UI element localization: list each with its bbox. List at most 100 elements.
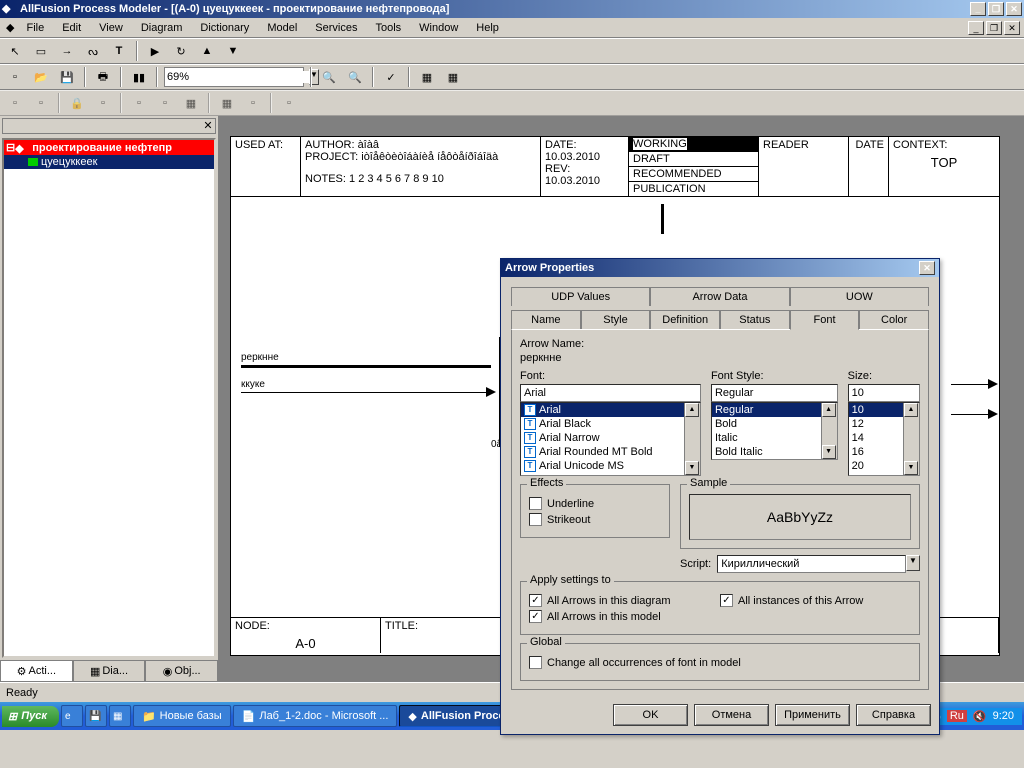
tab-objects[interactable]: ◉Obj... xyxy=(145,661,218,682)
font-item-arial-black[interactable]: TArial Black xyxy=(521,417,700,431)
start-button[interactable]: ⊞ Пуск xyxy=(2,706,59,727)
style-regular[interactable]: Regular xyxy=(712,403,837,417)
zoom-combo[interactable]: ▼ xyxy=(164,67,304,87)
scroll-up[interactable]: ▲ xyxy=(685,403,699,417)
font-style-input[interactable] xyxy=(711,384,838,402)
tree-child[interactable]: цуецуккеек xyxy=(4,155,214,169)
quick-desktop[interactable]: 💾 xyxy=(85,705,107,727)
tab-font[interactable]: Font xyxy=(790,310,860,330)
menu-services[interactable]: Services xyxy=(307,20,365,36)
save-button[interactable]: 💾 xyxy=(56,66,78,88)
minimize-button[interactable]: _ xyxy=(970,2,986,16)
x10[interactable]: ▫ xyxy=(278,92,300,114)
maximize-button[interactable]: ❐ xyxy=(988,2,1004,16)
scroll-down[interactable]: ▼ xyxy=(685,461,699,475)
menu-tools[interactable]: Tools xyxy=(367,20,409,36)
menu-help[interactable]: Help xyxy=(468,20,507,36)
menu-model[interactable]: Model xyxy=(259,20,305,36)
arrow-tool[interactable]: → xyxy=(56,40,78,62)
x9[interactable]: ▫ xyxy=(242,92,264,114)
panel-close-icon[interactable]: ✕ xyxy=(201,119,215,131)
tab-activities[interactable]: ⚙Acti... xyxy=(0,661,73,682)
down-tool[interactable]: ▼ xyxy=(222,40,244,62)
tab-status[interactable]: Status xyxy=(720,310,790,329)
ok-button[interactable]: OK xyxy=(613,704,688,726)
change-all-checkbox[interactable] xyxy=(529,656,542,669)
close-button[interactable]: ✕ xyxy=(1006,2,1022,16)
font-input[interactable] xyxy=(520,384,701,402)
text-tool[interactable]: T xyxy=(108,40,130,62)
cancel-button[interactable]: Отмена xyxy=(694,704,769,726)
underline-checkbox[interactable] xyxy=(529,497,542,510)
zoom-in-button[interactable]: 🔍 xyxy=(318,66,340,88)
menu-diagram[interactable]: Diagram xyxy=(133,20,191,36)
tree-panel[interactable]: ⊟ ◆ проектирование нефтепр цуецуккеек xyxy=(2,138,216,658)
menu-edit[interactable]: Edit xyxy=(54,20,89,36)
arrow-line-2[interactable] xyxy=(241,392,489,393)
tree-collapse-icon[interactable]: ⊟ xyxy=(6,141,15,154)
mdi-maximize-button[interactable]: ❐ xyxy=(986,21,1002,35)
x6[interactable]: ▫ xyxy=(154,92,176,114)
font-item-arial-unicode[interactable]: TArial Unicode MS xyxy=(521,459,700,473)
refresh-tool[interactable]: ↻ xyxy=(170,40,192,62)
style-italic[interactable]: Italic xyxy=(712,431,837,445)
tab-color[interactable]: Color xyxy=(859,310,929,329)
quick-ie[interactable]: e xyxy=(61,705,83,727)
x7[interactable]: ▦ xyxy=(180,92,202,114)
tab-arrow-data[interactable]: Arrow Data xyxy=(650,287,789,306)
all-diagram-checkbox[interactable]: ✓ xyxy=(529,594,542,607)
script-combo[interactable] xyxy=(717,555,906,573)
tab-udp[interactable]: UDP Values xyxy=(511,287,650,306)
clock[interactable]: 9:20 xyxy=(993,710,1014,722)
menu-dictionary[interactable]: Dictionary xyxy=(192,20,257,36)
tab-name[interactable]: Name xyxy=(511,310,581,329)
print-button[interactable]: 🖶 xyxy=(92,66,114,88)
x2[interactable]: ▫ xyxy=(30,92,52,114)
x8[interactable]: ▦ xyxy=(216,92,238,114)
box-tool[interactable]: ▭ xyxy=(30,40,52,62)
font-item-arial-narrow[interactable]: TArial Narrow xyxy=(521,431,700,445)
lang-indicator[interactable]: Ru xyxy=(947,710,967,722)
zoom-out-button[interactable]: 🔍 xyxy=(344,66,366,88)
tab-style[interactable]: Style xyxy=(581,310,651,329)
x4[interactable]: ▫ xyxy=(92,92,114,114)
pointer-tool[interactable]: ↖ xyxy=(4,40,26,62)
all-instances-checkbox[interactable]: ✓ xyxy=(720,594,733,607)
squiggle-tool[interactable]: ᔓ xyxy=(82,40,104,62)
new-button[interactable]: ▫ xyxy=(4,66,26,88)
tray-icon-3[interactable]: 🔇 xyxy=(973,710,987,723)
font-item-arial[interactable]: TArial xyxy=(521,403,700,417)
dialog-titlebar[interactable]: Arrow Properties ✕ xyxy=(501,259,939,277)
menu-view[interactable]: View xyxy=(91,20,131,36)
tool-a[interactable]: ▦ xyxy=(416,66,438,88)
font-listbox[interactable]: TArial TArial Black TArial Narrow TArial… xyxy=(520,402,701,476)
open-button[interactable]: 📂 xyxy=(30,66,52,88)
up-tool[interactable]: ▲ xyxy=(196,40,218,62)
mdi-minimize-button[interactable]: _ xyxy=(968,21,984,35)
style-listbox[interactable]: Regular Bold Italic Bold Italic ▲▼ xyxy=(711,402,838,460)
task-2[interactable]: 📄Лаб_1-2.doc - Microsoft ... xyxy=(233,705,398,727)
apply-button[interactable]: Применить xyxy=(775,704,850,726)
arrow-label-1[interactable]: реркнне xyxy=(241,352,279,363)
task-1[interactable]: 📁Новые базы xyxy=(133,705,231,727)
x1[interactable]: ▫ xyxy=(4,92,26,114)
help-button[interactable]: Справка xyxy=(856,704,931,726)
play-tool[interactable]: ▶ xyxy=(144,40,166,62)
strikeout-checkbox[interactable] xyxy=(529,513,542,526)
menu-file[interactable]: File xyxy=(18,20,52,36)
size-listbox[interactable]: 10 12 14 16 20 ▲▼ xyxy=(848,402,920,476)
spellcheck-button[interactable]: ✓ xyxy=(380,66,402,88)
all-model-checkbox[interactable]: ✓ xyxy=(529,610,542,623)
quick-app[interactable]: ▦ xyxy=(109,705,131,727)
tab-diagrams[interactable]: ▦Dia... xyxy=(73,661,146,682)
style-bold-italic[interactable]: Bold Italic xyxy=(712,445,837,459)
x3[interactable]: 🔒 xyxy=(66,92,88,114)
font-item-arial-rounded[interactable]: TArial Rounded MT Bold xyxy=(521,445,700,459)
arrow-label-2[interactable]: ккуке xyxy=(241,379,265,390)
x5[interactable]: ▫ xyxy=(128,92,150,114)
style-bold[interactable]: Bold xyxy=(712,417,837,431)
tool-b[interactable]: ▦ xyxy=(442,66,464,88)
dialog-close-button[interactable]: ✕ xyxy=(919,261,935,275)
script-dropdown[interactable]: ▼ xyxy=(906,555,920,571)
zoom-input[interactable] xyxy=(167,71,309,83)
